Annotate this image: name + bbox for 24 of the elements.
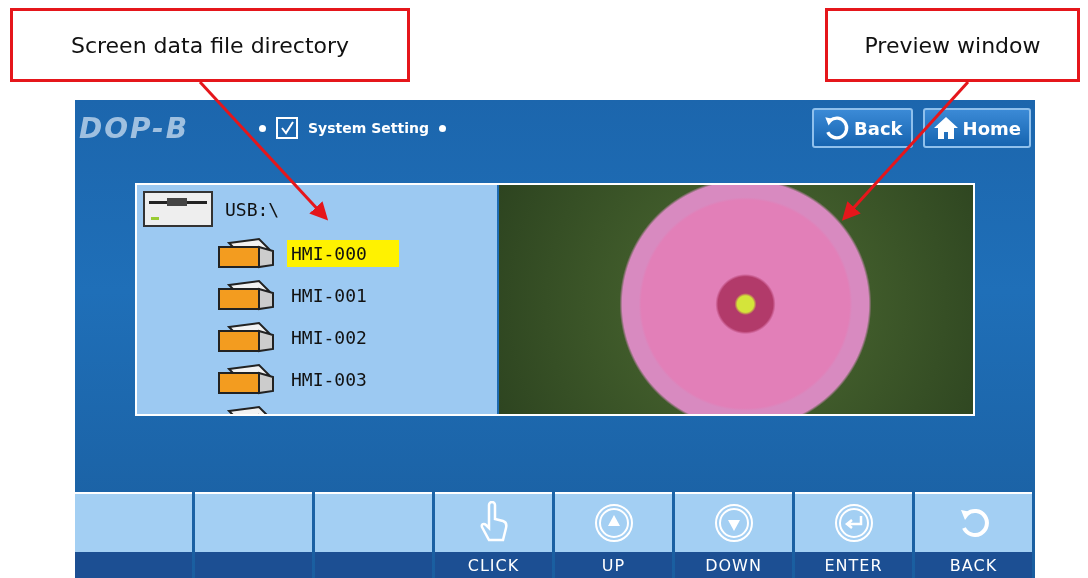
file-name[interactable]: HMI-000 — [287, 239, 399, 267]
screen-title: System Setting — [308, 120, 429, 136]
softkey-button[interactable]: UP — [555, 492, 672, 578]
drive-icon — [143, 191, 213, 227]
blank-softkey[interactable] — [75, 492, 192, 578]
back-arrow-icon — [822, 114, 851, 142]
softkey-button[interactable]: BACK — [915, 492, 1032, 578]
file-name[interactable]: HMI-003 — [287, 365, 399, 393]
logo: DOP-B — [79, 111, 191, 145]
drive-label: USB:\ — [224, 197, 281, 222]
callout-label: Preview window — [825, 8, 1080, 82]
house-icon — [932, 116, 959, 140]
dot-icon — [259, 124, 266, 132]
file-name[interactable]: HMI-001 — [287, 281, 399, 309]
file-name[interactable]: HMI-002 — [287, 323, 399, 351]
back-button[interactable]: Back — [812, 108, 913, 148]
blank-softkey[interactable] — [315, 492, 432, 578]
softkey-button[interactable]: CLICK — [435, 492, 552, 578]
softkey-button[interactable]: ENTER — [795, 492, 912, 578]
blank-softkey[interactable] — [195, 492, 312, 578]
softkey-button[interactable]: DOWN — [675, 492, 792, 578]
home-button[interactable]: Home — [922, 108, 1031, 148]
dot-icon — [438, 124, 446, 132]
callout-label: Screen data file directory — [10, 8, 410, 82]
